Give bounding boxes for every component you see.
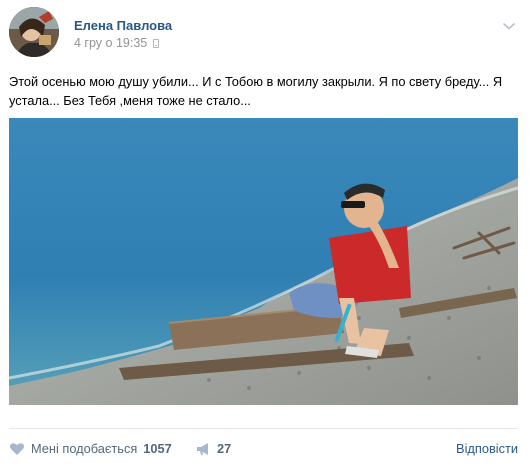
avatar-image bbox=[9, 7, 59, 57]
reply-button[interactable]: Відповісти bbox=[456, 441, 518, 456]
author-name[interactable]: Елена Павлова bbox=[74, 18, 172, 34]
divider bbox=[9, 428, 518, 429]
share-count: 27 bbox=[217, 441, 232, 456]
chevron-down-icon[interactable] bbox=[502, 21, 516, 31]
post-actions: Мені подобається 1057 27 Відповісти bbox=[9, 441, 518, 463]
heart-icon bbox=[10, 442, 24, 455]
post-text: Этой осенью мою душу убили... И с Тобою … bbox=[9, 74, 503, 108]
post-photo[interactable] bbox=[9, 118, 518, 405]
share-button[interactable]: 27 bbox=[195, 441, 231, 456]
megaphone-icon bbox=[197, 442, 208, 455]
post-meta: 4 гру о 19:35 bbox=[74, 36, 160, 51]
post-date[interactable]: 4 гру о 19:35 bbox=[74, 36, 147, 51]
like-label: Мені подобається bbox=[31, 441, 138, 456]
like-button[interactable]: Мені подобається 1057 bbox=[9, 441, 172, 456]
wall-post: Елена Павлова 4 гру о 19:35 Этой осенью … bbox=[0, 0, 530, 469]
avatar[interactable] bbox=[9, 7, 59, 57]
phone-icon bbox=[153, 39, 160, 48]
like-count: 1057 bbox=[143, 441, 172, 456]
